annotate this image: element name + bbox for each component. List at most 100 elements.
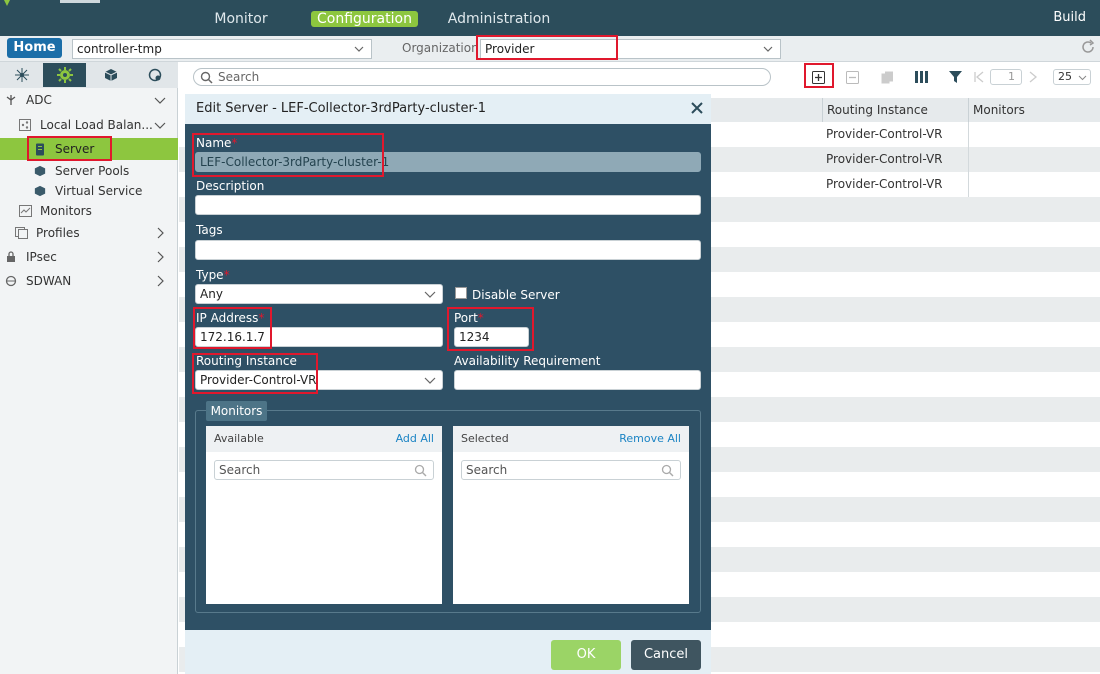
sidebar-tab-globe[interactable] bbox=[133, 63, 176, 87]
available-monitors-list: Available Add All Search bbox=[206, 426, 442, 604]
columns-icon[interactable] bbox=[912, 68, 930, 86]
nav-configuration[interactable]: Configuration bbox=[311, 8, 418, 30]
monitors-legend: Monitors bbox=[206, 401, 267, 421]
selected-search-input[interactable]: Search bbox=[461, 460, 681, 480]
tree-label-sdwan: SDWAN bbox=[26, 274, 72, 288]
cube-icon bbox=[104, 69, 117, 81]
tree-item-profiles[interactable]: Profiles bbox=[0, 222, 178, 244]
tree-label-monitors: Monitors bbox=[40, 204, 92, 218]
nav-administration[interactable]: Administration bbox=[446, 8, 552, 30]
tree-item-sdwan[interactable]: SDWAN bbox=[0, 270, 178, 292]
profile-icon bbox=[14, 226, 28, 240]
close-icon[interactable] bbox=[690, 101, 704, 115]
disable-server-checkbox[interactable] bbox=[455, 287, 467, 299]
dialog-title: Edit Server - LEF-Collector-3rdParty-clu… bbox=[185, 94, 711, 124]
tags-label: Tags bbox=[196, 223, 223, 237]
next-page-icon[interactable] bbox=[1024, 68, 1042, 86]
refresh-icon[interactable] bbox=[1080, 39, 1096, 55]
chevron-right-icon bbox=[157, 227, 164, 239]
availability-requirement-label: Availability Requirement bbox=[454, 354, 601, 368]
chevron-down-icon bbox=[763, 46, 773, 52]
chevron-down-icon bbox=[154, 122, 166, 129]
sidebar-tab-configuration[interactable] bbox=[43, 63, 86, 87]
tree-item-ipsec[interactable]: IPsec bbox=[0, 246, 178, 268]
lock-icon bbox=[4, 250, 18, 264]
filter-icon[interactable] bbox=[946, 68, 964, 86]
controller-select-value: controller-tmp bbox=[77, 42, 162, 56]
type-select[interactable]: Any bbox=[195, 284, 443, 304]
column-header-monitors[interactable]: Monitors bbox=[969, 98, 1100, 122]
organization-label: Organization: bbox=[402, 41, 483, 55]
cube-icon bbox=[33, 184, 47, 198]
chevron-down-icon bbox=[1078, 75, 1087, 81]
disable-server-label: Disable Server bbox=[472, 288, 560, 302]
chevron-down-icon bbox=[354, 46, 364, 52]
cell-routing-instance: Provider-Control-VR bbox=[823, 172, 969, 197]
page-number-input[interactable]: 1 bbox=[990, 69, 1022, 85]
cell-routing-instance: Provider-Control-VR bbox=[823, 122, 969, 147]
logo bbox=[4, 0, 100, 6]
description-field[interactable] bbox=[195, 195, 701, 215]
tree-item-server-pools[interactable]: Server Pools bbox=[0, 160, 178, 182]
search-icon bbox=[200, 71, 213, 84]
highlight-server bbox=[27, 136, 112, 161]
page-size-select[interactable]: 25 bbox=[1053, 69, 1091, 85]
selected-monitors-list: Selected Remove All Search bbox=[453, 426, 689, 604]
cell-monitors bbox=[969, 172, 1100, 197]
selected-list-header: Selected Remove All bbox=[453, 426, 689, 452]
available-list-header: Available Add All bbox=[206, 426, 442, 452]
column-header-routing-instance[interactable]: Routing Instance bbox=[823, 98, 969, 122]
available-search-placeholder: Search bbox=[219, 463, 261, 477]
tree-label-profiles: Profiles bbox=[36, 226, 80, 240]
tags-field[interactable] bbox=[195, 240, 701, 260]
share-icon bbox=[18, 118, 32, 132]
sidebar-tab-objects[interactable] bbox=[89, 63, 132, 87]
highlight-organization bbox=[476, 35, 618, 60]
nav-configuration-label: Configuration bbox=[311, 11, 418, 27]
required-marker: * bbox=[223, 268, 230, 282]
available-label: Available bbox=[214, 432, 264, 445]
page-size-value: 25 bbox=[1058, 70, 1072, 83]
nav-monitor[interactable]: Monitor bbox=[210, 8, 272, 30]
cancel-button[interactable]: Cancel bbox=[631, 640, 701, 670]
highlight-add bbox=[804, 63, 834, 88]
clone-icon[interactable] bbox=[878, 68, 896, 86]
chevron-down-icon bbox=[154, 97, 166, 104]
cell-monitors bbox=[969, 122, 1100, 147]
controller-select[interactable]: controller-tmp bbox=[72, 39, 372, 59]
home-button[interactable]: Home bbox=[7, 38, 62, 58]
add-all-link[interactable]: Add All bbox=[396, 426, 434, 452]
highlight-routing-instance bbox=[192, 353, 318, 394]
column-header-name[interactable] bbox=[711, 98, 823, 122]
selected-search-placeholder: Search bbox=[466, 463, 508, 477]
build-label: Build bbox=[1053, 10, 1086, 25]
tree-label-local-load-balancer: Local Load Balan... bbox=[40, 118, 153, 132]
availability-requirement-field[interactable] bbox=[454, 370, 701, 390]
tree-item-virtual-service[interactable]: Virtual Service bbox=[0, 180, 178, 202]
highlight-port bbox=[447, 307, 534, 351]
remove-icon[interactable] bbox=[843, 68, 861, 86]
network-icon bbox=[14, 68, 29, 82]
available-search-input[interactable]: Search bbox=[214, 460, 434, 480]
adc-icon bbox=[4, 93, 18, 107]
chevron-right-icon bbox=[157, 251, 164, 263]
grid-search-placeholder: Search bbox=[218, 70, 260, 84]
tree-item-local-load-balancer[interactable]: Local Load Balan... bbox=[0, 114, 178, 136]
remove-all-link[interactable]: Remove All bbox=[619, 426, 681, 452]
search-icon bbox=[661, 464, 674, 477]
tree-label-ipsec: IPsec bbox=[26, 250, 57, 264]
grid-search-input[interactable]: Search bbox=[193, 68, 771, 86]
sidebar-tab-network[interactable] bbox=[0, 63, 43, 87]
tree-label-server-pools: Server Pools bbox=[55, 164, 130, 178]
chevron-down-icon bbox=[424, 377, 436, 384]
tree-label-virtual-service: Virtual Service bbox=[55, 184, 143, 198]
highlight-name bbox=[192, 133, 384, 177]
chevron-right-icon bbox=[157, 275, 164, 287]
cell-routing-instance: Provider-Control-VR bbox=[823, 147, 969, 172]
type-select-value: Any bbox=[200, 287, 223, 301]
tree-item-monitors[interactable]: Monitors bbox=[0, 200, 178, 222]
search-icon bbox=[414, 464, 427, 477]
ok-button[interactable]: OK bbox=[551, 640, 621, 670]
tree-item-adc[interactable]: ADC bbox=[0, 89, 178, 111]
first-page-icon[interactable] bbox=[970, 68, 988, 86]
